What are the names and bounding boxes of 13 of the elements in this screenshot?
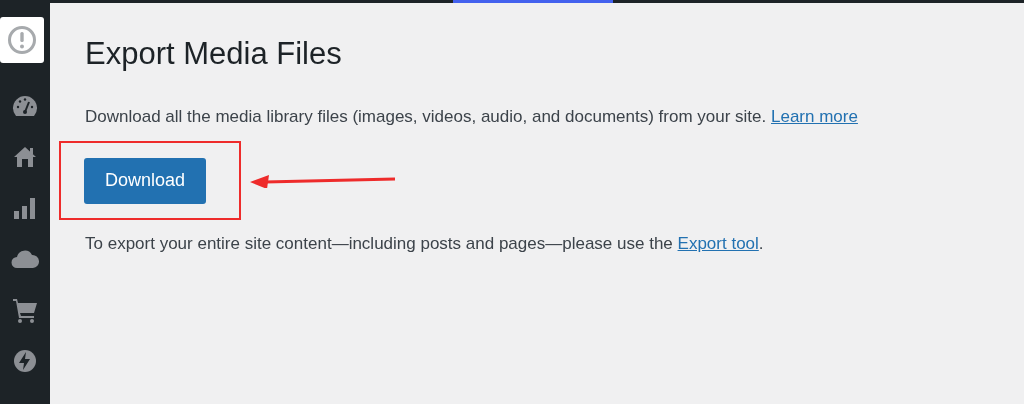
bolt-icon bbox=[13, 349, 37, 373]
cart-icon bbox=[12, 297, 38, 323]
bar-chart-icon bbox=[13, 196, 37, 220]
description-text: Download all the media library files (images, videos, audio, and documents) from your site. Learn more bbox=[85, 106, 858, 128]
download-button[interactable]: Download bbox=[84, 157, 206, 204]
cloud-icon bbox=[11, 249, 39, 269]
export-tool-link[interactable]: Export tool bbox=[677, 234, 759, 253]
export-note: To export your entire site content—including posts and pages—please use the Export tool. bbox=[85, 233, 764, 255]
gauge-icon bbox=[12, 95, 38, 117]
alert-icon bbox=[7, 25, 37, 55]
home-icon bbox=[13, 145, 37, 169]
page-title: Export Media Files bbox=[85, 35, 342, 73]
learn-more-link[interactable]: Learn more bbox=[771, 107, 858, 126]
